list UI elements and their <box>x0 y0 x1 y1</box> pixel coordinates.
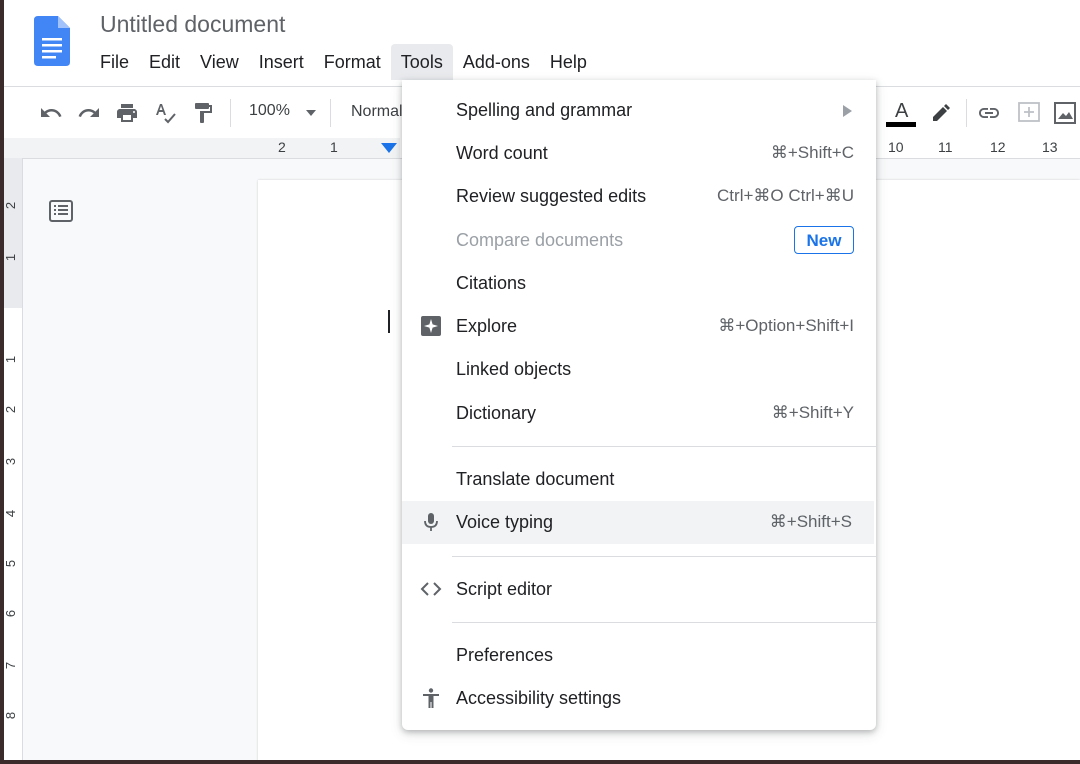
menu-tools[interactable]: Tools <box>390 44 453 80</box>
menu-item-preferences[interactable]: Preferences <box>402 634 876 677</box>
ruler-number: 2 <box>3 201 19 210</box>
menu-item-explore[interactable]: Explore ⌘+Option+Shift+I <box>402 305 876 348</box>
spellcheck-icon[interactable] <box>152 101 178 125</box>
menu-insert[interactable]: Insert <box>249 44 314 80</box>
menu-item-shortcut: ⌘+Shift+C <box>770 143 854 162</box>
code-icon <box>420 582 442 596</box>
submenu-arrow-icon <box>843 105 852 117</box>
menu-item-script-editor[interactable]: Script editor <box>402 568 876 611</box>
menu-item-translate-document[interactable]: Translate document <box>402 458 876 501</box>
menu-item-linked-objects[interactable]: Linked objects <box>402 348 876 391</box>
ruler-number: 10 <box>888 139 904 155</box>
google-docs-logo-icon[interactable] <box>34 16 70 66</box>
microphone-icon <box>424 513 438 531</box>
menu-separator <box>452 556 876 557</box>
window-edge <box>0 760 1080 764</box>
menu-item-label: Preferences <box>456 645 554 665</box>
menu-item-label: Linked objects <box>456 359 572 379</box>
new-badge: New <box>794 226 854 254</box>
link-icon[interactable] <box>976 101 1002 125</box>
menu-view[interactable]: View <box>190 44 249 80</box>
menu-item-label: Citations <box>456 273 527 293</box>
vertical-ruler[interactable]: 2 1 1 2 3 4 5 6 7 8 <box>3 158 23 760</box>
menu-item-label: Script editor <box>456 579 553 599</box>
zoom-select[interactable]: 100% <box>249 102 290 120</box>
ruler-number: 1 <box>3 355 19 364</box>
ruler-number: 2 <box>278 139 286 155</box>
accessibility-icon <box>423 688 439 708</box>
paragraph-style-select[interactable]: Normal <box>351 103 403 121</box>
menu-item-citations[interactable]: Citations <box>402 262 876 305</box>
menu-item-compare-documents: Compare documents New <box>402 219 876 262</box>
menu-item-label: Explore <box>456 316 518 336</box>
insert-image-icon[interactable] <box>1052 101 1078 125</box>
indent-marker[interactable] <box>381 143 397 153</box>
ruler-number: 7 <box>3 661 19 670</box>
menu-item-label: Spelling and grammar <box>456 100 633 120</box>
tools-menu-dropdown: Spelling and grammar Word count ⌘+Shift+… <box>402 80 876 730</box>
ruler-number: 11 <box>938 139 953 155</box>
ruler-number: 13 <box>1042 139 1058 155</box>
menu-edit[interactable]: Edit <box>139 44 190 80</box>
menu-help[interactable]: Help <box>540 44 597 80</box>
menu-file[interactable]: File <box>90 44 139 80</box>
menu-item-dictionary[interactable]: Dictionary ⌘+Shift+Y <box>402 392 876 435</box>
highlight-color-icon[interactable] <box>928 101 954 125</box>
ruler-number: 4 <box>3 509 19 518</box>
ruler-number: 2 <box>3 405 19 414</box>
redo-icon[interactable] <box>76 101 102 125</box>
menu-item-label: Voice typing <box>456 512 554 532</box>
ruler-number: 1 <box>330 139 338 155</box>
toolbar-divider <box>966 99 967 127</box>
toolbar-divider <box>330 99 331 127</box>
menu-item-label: Translate document <box>456 469 615 489</box>
menu-item-label: Compare documents <box>456 230 624 250</box>
paint-format-icon[interactable] <box>190 101 216 125</box>
menu-format[interactable]: Format <box>314 44 391 80</box>
menu-item-label: Review suggested edits <box>456 186 647 206</box>
print-icon[interactable] <box>114 101 140 125</box>
ruler-number: 8 <box>3 711 19 720</box>
menu-item-shortcut: Ctrl+⌘O Ctrl+⌘U <box>717 186 854 205</box>
menu-item-review-suggested-edits[interactable]: Review suggested edits Ctrl+⌘O Ctrl+⌘U <box>402 175 876 218</box>
text-color-icon[interactable]: A <box>886 97 920 129</box>
ruler-number: 12 <box>990 139 1006 155</box>
menu-item-spelling-and-grammar[interactable]: Spelling and grammar <box>402 89 876 132</box>
chevron-down-icon[interactable] <box>306 110 316 116</box>
explore-icon <box>421 316 441 336</box>
menu-add-ons[interactable]: Add-ons <box>453 44 540 80</box>
ruler-number: 6 <box>3 609 19 618</box>
menu-separator <box>452 446 876 447</box>
document-outline-icon[interactable] <box>48 198 74 224</box>
menu-item-shortcut: ⌘+Shift+S <box>769 512 852 531</box>
menu-item-word-count[interactable]: Word count ⌘+Shift+C <box>402 132 876 175</box>
menu-separator <box>452 622 876 623</box>
menu-item-label: Accessibility settings <box>456 688 622 708</box>
menubar: File Edit View Insert Format Tools Add-o… <box>90 44 597 80</box>
menu-item-accessibility-settings[interactable]: Accessibility settings <box>402 677 876 720</box>
ruler-number: 1 <box>3 253 19 262</box>
svg-text:A: A <box>895 100 909 122</box>
add-comment-icon[interactable] <box>1016 101 1042 125</box>
menu-item-label: Word count <box>456 143 548 163</box>
ruler-number: 5 <box>3 559 19 568</box>
menu-item-shortcut: ⌘+Shift+Y <box>771 403 854 422</box>
ruler-margin-area <box>4 158 22 308</box>
menu-item-shortcut: ⌘+Option+Shift+I <box>718 316 854 335</box>
ruler-number: 3 <box>3 457 19 466</box>
app-header: Untitled document File Edit View Insert … <box>4 0 1080 86</box>
toolbar-divider <box>230 99 231 127</box>
document-title[interactable]: Untitled document <box>100 11 285 38</box>
text-cursor <box>388 310 390 333</box>
menu-item-voice-typing[interactable]: Voice typing ⌘+Shift+S <box>402 501 874 544</box>
undo-icon[interactable] <box>38 101 64 125</box>
menu-item-label: Dictionary <box>456 403 537 423</box>
